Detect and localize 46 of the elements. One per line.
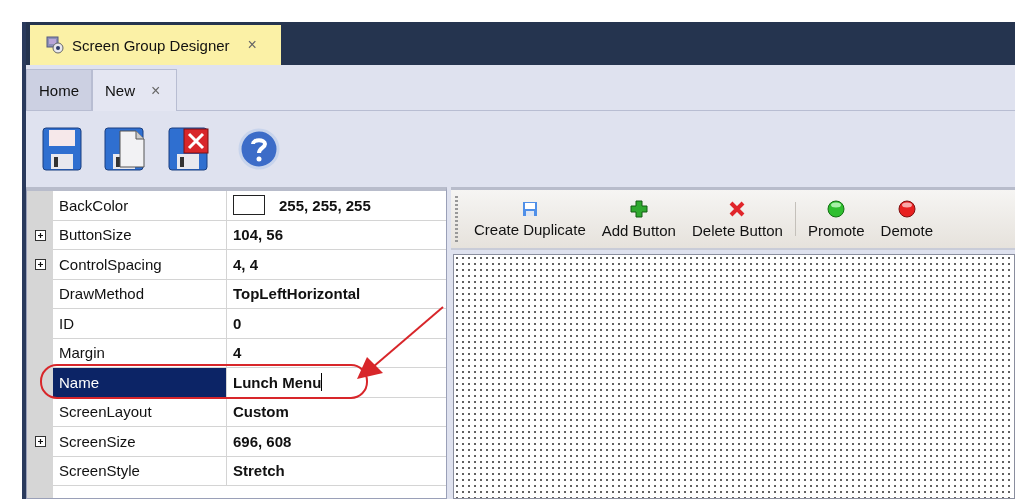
property-name[interactable]: BackColor	[53, 191, 227, 221]
delete-icon	[728, 199, 747, 218]
save-icon[interactable]	[42, 127, 82, 171]
toolbar-button[interactable]: Demote	[872, 190, 942, 248]
close-tab-button[interactable]: ×	[135, 81, 161, 100]
save-new-icon[interactable]	[104, 127, 146, 171]
tab[interactable]: New ×	[92, 69, 178, 111]
sphere-icon	[827, 199, 846, 218]
expand-button[interactable]	[34, 436, 46, 448]
property-value: 4	[233, 344, 242, 362]
help-icon[interactable]	[238, 128, 280, 170]
sphere-icon	[897, 199, 916, 218]
property-value: 696, 608	[233, 432, 292, 450]
tab-label: Home	[39, 81, 79, 99]
property-value: 104, 56	[233, 226, 284, 244]
document-tab[interactable]: Screen Group Designer ×	[30, 25, 281, 65]
property-value: TopLeftHorizontal	[233, 285, 361, 303]
expand-button[interactable]	[34, 259, 46, 271]
floppy-icon	[521, 200, 538, 217]
design-canvas[interactable]	[453, 254, 1015, 499]
designer-icon	[46, 36, 64, 54]
property-value[interactable]: Lunch Menu	[233, 373, 322, 391]
property-name[interactable]: ControlSpacing	[53, 250, 227, 280]
property-value: 255, 255, 255	[279, 196, 371, 214]
property-name[interactable]: DrawMethod	[53, 279, 227, 309]
close-tab-button[interactable]: ×	[237, 36, 257, 54]
property-value: 4, 4	[233, 255, 259, 273]
toolbar-button[interactable]: Create Duplicate	[466, 190, 594, 248]
toolbar-button[interactable]: Delete Button	[683, 190, 791, 248]
expand-button[interactable]	[34, 229, 46, 241]
property-name[interactable]: ButtonSize	[53, 220, 227, 250]
plus-icon	[629, 199, 648, 218]
property-name[interactable]: ScreenLayout	[53, 397, 227, 427]
tab-label: New	[105, 82, 136, 99]
document-tab-title: Screen Group Designer	[72, 36, 230, 54]
property-name[interactable]: ID	[53, 309, 227, 339]
property-value: Custom	[233, 403, 289, 421]
tab[interactable]: Home	[26, 69, 92, 110]
toolbar-button[interactable]: Add Button	[593, 190, 684, 248]
property-value: Stretch	[233, 462, 285, 480]
property-name[interactable]: ScreenStyle	[53, 456, 227, 486]
property-name[interactable]: ScreenSize	[53, 427, 227, 457]
property-name[interactable]: Name	[53, 368, 227, 398]
property-value: 0	[233, 314, 242, 332]
delete-file-icon[interactable]	[168, 127, 210, 171]
toolbar-button[interactable]: Promote	[799, 190, 873, 248]
